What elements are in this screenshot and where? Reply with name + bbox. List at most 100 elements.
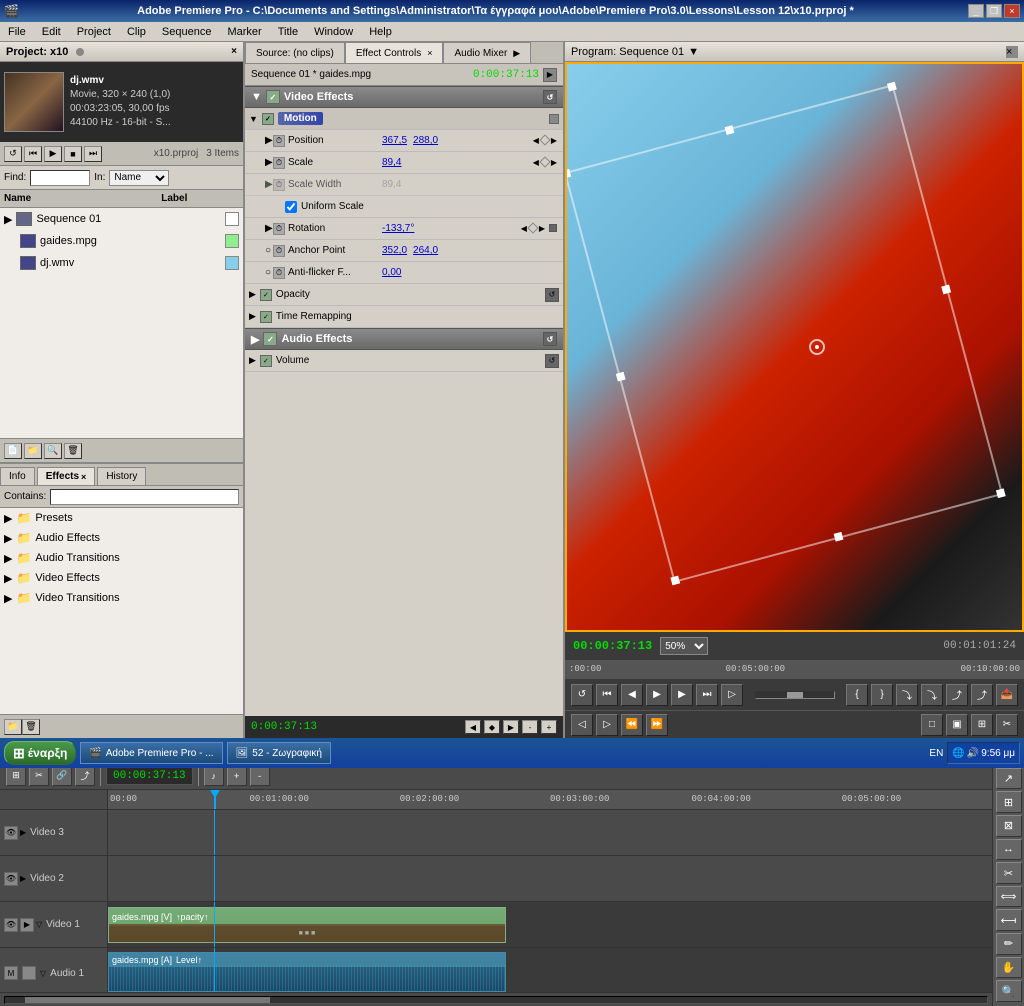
- ec-close-icon[interactable]: ×: [427, 48, 432, 58]
- restore-button[interactable]: ❐: [986, 4, 1002, 18]
- delete-effect-button[interactable]: 🗑: [22, 719, 40, 735]
- audio-effects-reset-icon[interactable]: ↺: [543, 332, 557, 346]
- vol-enable-checkbox[interactable]: ✓: [260, 355, 272, 367]
- jog-slider[interactable]: [755, 691, 835, 699]
- tab-history[interactable]: History: [97, 467, 146, 485]
- pos-prev-keyframe[interactable]: ◀: [533, 136, 539, 145]
- transport-stop-button[interactable]: ■: [64, 146, 82, 162]
- prog-safe-margins-btn[interactable]: □: [921, 714, 943, 736]
- pos-add-keyframe[interactable]: [539, 134, 550, 145]
- jog-thumb[interactable]: [787, 692, 803, 698]
- prog-play-in-to-out-btn[interactable]: ▷: [721, 684, 743, 706]
- timeline-scroll-thumb[interactable]: [25, 997, 271, 1003]
- tl-zoom-out-btn[interactable]: -: [250, 766, 270, 786]
- position-x-value[interactable]: 367,5: [382, 135, 407, 146]
- pos-next-keyframe[interactable]: ▶: [551, 136, 557, 145]
- prog-step-fwd-btn[interactable]: ⏭: [696, 684, 718, 706]
- menu-help[interactable]: Help: [365, 24, 396, 40]
- prog-extract-btn[interactable]: ⤴: [971, 684, 993, 706]
- project-folder-button[interactable]: 📁: [24, 443, 42, 459]
- video-effects-reset-icon[interactable]: ↺: [543, 90, 557, 104]
- tl-link-button[interactable]: 🔗: [52, 766, 72, 786]
- tl-audio-units-btn[interactable]: ♪: [204, 766, 224, 786]
- menu-title[interactable]: Title: [274, 24, 302, 40]
- video1-expand[interactable]: ▽: [36, 920, 42, 929]
- prog-prev-frame-btn[interactable]: ◀: [621, 684, 643, 706]
- anchor-y-value[interactable]: 264,0: [413, 245, 438, 256]
- ec-add-keyframe-button[interactable]: ◆: [484, 720, 500, 734]
- anti-flicker-value[interactable]: 0,00: [382, 267, 401, 278]
- taskbar-paint-item[interactable]: 🖼 52 - Ζωγραφική: [227, 742, 331, 764]
- prog-next-edit-btn[interactable]: ⏩: [646, 714, 668, 736]
- motion-stopwatch-icon[interactable]: [549, 114, 559, 124]
- prog-shuttle-right-btn[interactable]: ▷: [596, 714, 618, 736]
- tl-snap-button[interactable]: ⊞: [6, 766, 26, 786]
- opacity-expand-icon[interactable]: ▶: [249, 289, 256, 300]
- prog-next-frame-btn[interactable]: ▶: [671, 684, 693, 706]
- uniform-scale-checkbox[interactable]: [285, 201, 297, 213]
- scale-prev-kf[interactable]: ◀: [533, 158, 539, 167]
- prog-loop-btn[interactable]: ↺: [571, 684, 593, 706]
- audio1-mute-button[interactable]: M: [4, 966, 18, 980]
- audio-effects-enable-icon[interactable]: ✓: [263, 332, 277, 346]
- transport-play-button[interactable]: ▶: [44, 146, 62, 162]
- rotation-stopwatch-icon[interactable]: ⏱: [273, 223, 285, 235]
- audio-effects-toggle[interactable]: ▶: [251, 333, 259, 346]
- hand-tool-btn[interactable]: ✋: [996, 957, 1022, 979]
- scale-next-kf[interactable]: ▶: [551, 158, 557, 167]
- scale-stopwatch-icon[interactable]: ⏱: [273, 157, 285, 169]
- tr-expand-icon[interactable]: ▶: [249, 311, 256, 322]
- ec-audio-expand-icon[interactable]: ▶: [513, 48, 520, 59]
- slip-tool-btn[interactable]: ⟺: [996, 886, 1022, 908]
- folder-video-transitions[interactable]: ▶ 📁 Video Transitions: [0, 588, 243, 608]
- ec-tab-effect-controls[interactable]: Effect Controls ×: [345, 42, 444, 63]
- rot-prev-kf[interactable]: ◀: [521, 224, 527, 233]
- program-zoom-select[interactable]: 50% 25% 100%: [660, 637, 708, 655]
- project-new-button[interactable]: 📄: [4, 443, 22, 459]
- prog-shuttle-left-btn[interactable]: ◁: [571, 714, 593, 736]
- new-custom-bin-button[interactable]: 📁: [4, 719, 22, 735]
- video-effects-toggle[interactable]: ▼: [251, 91, 262, 103]
- transport-prev-button[interactable]: ⏮: [24, 146, 42, 162]
- ec-zoom-out-button[interactable]: -: [522, 720, 538, 734]
- tab-effects[interactable]: Effects ×: [37, 467, 96, 485]
- menu-clip[interactable]: Clip: [123, 24, 150, 40]
- ec-tab-audio-mixer[interactable]: Audio Mixer ▶: [443, 42, 531, 63]
- prog-trim-monitor-btn[interactable]: ✂: [996, 714, 1018, 736]
- folder-presets[interactable]: ▶ 📁 Presets: [0, 508, 243, 528]
- video1-target-button[interactable]: ▶: [20, 918, 34, 932]
- rot-keyframe-icon[interactable]: [549, 224, 557, 232]
- zoom-tool-btn[interactable]: 🔍: [996, 980, 1022, 1002]
- pen-tool-btn[interactable]: ✏: [996, 933, 1022, 955]
- prog-insert-btn[interactable]: ⤵: [896, 684, 918, 706]
- scale-add-kf[interactable]: [539, 156, 550, 167]
- ec-tab-source[interactable]: Source: (no clips): [245, 42, 345, 63]
- razor-tool-btn[interactable]: ✂: [996, 862, 1022, 884]
- in-select[interactable]: Name: [109, 170, 169, 186]
- track-select-tool-btn[interactable]: ↗: [996, 768, 1022, 790]
- opacity-enable-checkbox[interactable]: ✓: [260, 289, 272, 301]
- menu-file[interactable]: File: [4, 24, 30, 40]
- video2-triangle[interactable]: ▶: [20, 874, 26, 883]
- video3-triangle[interactable]: ▶: [20, 828, 26, 837]
- slide-tool-btn[interactable]: ⟻: [996, 909, 1022, 931]
- prog-prev-edit-btn[interactable]: ⏪: [621, 714, 643, 736]
- tr-enable-checkbox[interactable]: ✓: [260, 311, 272, 323]
- volume-reset-icon[interactable]: ↺: [545, 354, 559, 368]
- prog-export-btn[interactable]: 📤: [996, 684, 1018, 706]
- motion-enable-checkbox[interactable]: ✓: [262, 113, 274, 125]
- tl-lift-button[interactable]: ⤴: [75, 766, 95, 786]
- video1-eye-button[interactable]: 👁: [4, 918, 18, 932]
- project-search-button[interactable]: 🔍: [44, 443, 62, 459]
- program-close-icon[interactable]: ×: [1006, 46, 1018, 58]
- project-item-gaides[interactable]: gaides.mpg: [0, 230, 243, 252]
- anchor-stopwatch-icon[interactable]: ⏱: [273, 245, 285, 257]
- video1-clip[interactable]: gaides.mpg [V] ↑pacity↑ ■ ■ ■: [108, 907, 506, 943]
- menu-marker[interactable]: Marker: [223, 24, 265, 40]
- position-y-value[interactable]: 288,0: [413, 135, 438, 146]
- project-item-dj[interactable]: dj.wmv: [0, 252, 243, 274]
- prog-lift-btn[interactable]: ⤴: [946, 684, 968, 706]
- prog-output-btn[interactable]: ▣: [946, 714, 968, 736]
- tl-zoom-in-btn[interactable]: +: [227, 766, 247, 786]
- video-effects-enable-icon[interactable]: ✓: [266, 90, 280, 104]
